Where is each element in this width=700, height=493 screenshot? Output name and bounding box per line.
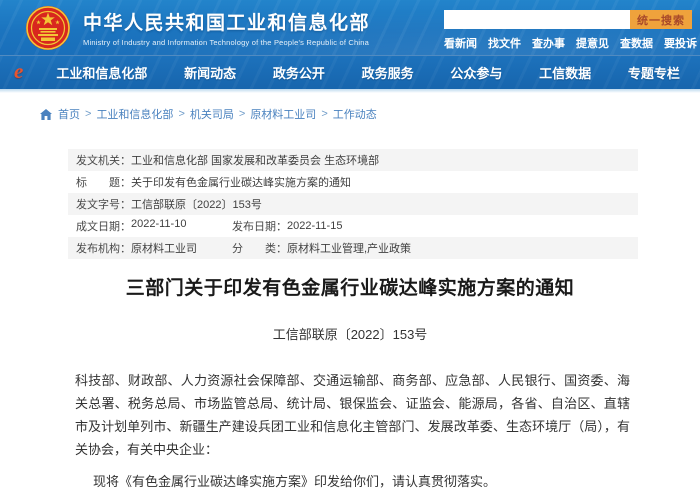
article-paragraph: 科技部、财政部、人力资源社会保障部、交通运输部、商务部、应急部、人民银行、国资委… [75,369,630,461]
nav-item-miit-data[interactable]: 工信数据 [539,63,591,82]
quick-link-services[interactable]: 查办事 [532,35,565,51]
breadcrumb: 首页 > 工业和信息化部 > 机关司局 > 原材料工业司 > 工作动态 [40,106,700,122]
document-meta-table: 发文机关： 工业和信息化部 国家发展和改革委员会 生态环境部 标 题： 关于印发… [68,149,638,259]
quick-link-news[interactable]: 看新闻 [444,35,477,51]
breadcrumb-raw-materials-dept[interactable]: 原材料工业司 [250,106,316,122]
home-icon[interactable] [40,109,52,120]
meta-value: 工信部联原〔2022〕153号 [131,196,262,212]
meta-label: 发文机关： [76,152,131,168]
meta-value: 原材料工业管理,产业政策 [287,240,411,256]
nav-item-gov-services[interactable]: 政务服务 [362,63,414,82]
nav-item-gov-openness[interactable]: 政务公开 [273,63,325,82]
nav-item-news[interactable]: 新闻动态 [184,63,236,82]
breadcrumb-separator: > [239,108,245,120]
ministry-name-cn: 中华人民共和国工业和信息化部 [83,8,370,35]
meta-label: 发布机构： [76,240,131,256]
meta-value: 2022-11-15 [287,220,342,232]
article-doc-number: 工信部联原〔2022〕153号 [0,324,700,343]
breadcrumb-home[interactable]: 首页 [58,106,80,122]
ministry-name-en: Ministry of Industry and Information Tec… [83,38,370,47]
quick-link-files[interactable]: 找文件 [488,35,521,51]
nav-item-participation[interactable]: 公众参与 [450,63,502,82]
search-area: 统一搜索 看新闻 找文件 查办事 提意见 查数据 要投诉 [444,10,692,51]
breadcrumb-separator: > [321,108,327,120]
miit-e-logo-icon: e [14,59,23,84]
quick-link-data[interactable]: 查数据 [620,35,653,51]
national-emblem-icon [25,5,71,51]
breadcrumb-miit[interactable]: 工业和信息化部 [96,106,173,122]
quick-link-complaint[interactable]: 要投诉 [664,35,697,51]
article-title: 三部门关于印发有色金属行业碳达峰实施方案的通知 [0,273,700,300]
unified-search-button[interactable]: 统一搜索 [630,10,692,29]
quick-links: 看新闻 找文件 查办事 提意见 查数据 要投诉 [444,35,692,51]
meta-label: 发文字号： [76,196,131,212]
header-banner: 中华人民共和国工业和信息化部 Ministry of Industry and … [0,0,700,55]
main-nav: e 工业和信息化部 新闻动态 政务公开 政务服务 公众参与 工信数据 专题专栏 [0,55,700,89]
meta-value: 2022-11-10 [131,218,186,234]
article-body: 科技部、财政部、人力资源社会保障部、交通运输部、商务部、应急部、人民银行、国资委… [75,369,630,493]
nav-item-special-topics[interactable]: 专题专栏 [628,63,680,82]
meta-label: 分 类： [232,240,287,256]
meta-row-issuing-agency: 发文机关： 工业和信息化部 国家发展和改革委员会 生态环境部 [68,149,638,171]
breadcrumb-separator: > [85,108,91,120]
meta-label: 成文日期： [76,218,131,234]
article-paragraph: 现将《有色金属行业碳达峰实施方案》印发给你们，请认真贯彻落实。 [75,470,630,493]
breadcrumb-departments[interactable]: 机关司局 [190,106,234,122]
meta-label: 发布日期： [232,218,287,234]
breadcrumb-separator: > [178,108,184,120]
nav-bottom-strip [0,89,700,93]
meta-label: 标 题： [76,174,131,190]
ministry-title-block: 中华人民共和国工业和信息化部 Ministry of Industry and … [83,8,370,47]
meta-row-dates: 成文日期： 2022-11-10 发布日期： 2022-11-15 [68,215,638,237]
meta-row-publisher-category: 发布机构： 原材料工业司 分 类： 原材料工业管理,产业政策 [68,237,638,259]
meta-value: 原材料工业司 [131,240,197,256]
search-input[interactable] [444,10,630,29]
meta-row-doc-number: 发文字号： 工信部联原〔2022〕153号 [68,193,638,215]
meta-row-title: 标 题： 关于印发有色金属行业碳达峰实施方案的通知 [68,171,638,193]
quick-link-feedback[interactable]: 提意见 [576,35,609,51]
nav-item-miit[interactable]: 工业和信息化部 [56,63,147,82]
meta-value: 关于印发有色金属行业碳达峰实施方案的通知 [131,174,351,190]
meta-value: 工业和信息化部 国家发展和改革委员会 生态环境部 [131,152,379,168]
breadcrumb-work-news[interactable]: 工作动态 [333,106,377,122]
